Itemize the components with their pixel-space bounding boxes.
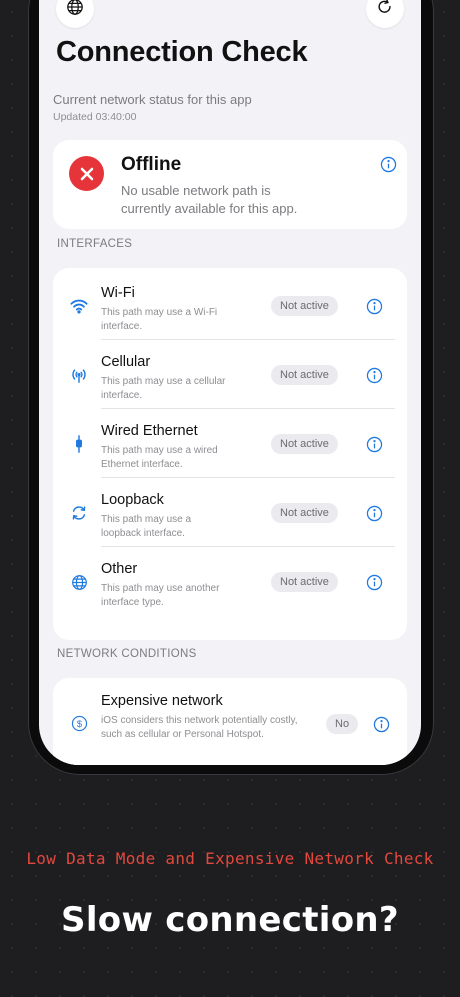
interfaces-card: Wi-Fi This path may use a Wi-Fi interfac…: [53, 268, 407, 640]
status-card: Offline No usable network path is curren…: [53, 140, 407, 229]
interface-row-wifi: Wi-Fi This path may use a Wi-Fi interfac…: [53, 271, 407, 340]
cellular-antenna-icon: [68, 364, 90, 386]
error-x-icon: [69, 156, 104, 191]
svg-text:$: $: [76, 718, 82, 728]
refresh-icon: [376, 0, 394, 21]
status-description: No usable network path is currently avai…: [121, 183, 298, 216]
condition-row-expensive: $ Expensive network iOS considers this n…: [53, 688, 407, 757]
interfaces-section-header: INTERFACES: [57, 238, 133, 250]
wifi-icon: [68, 295, 90, 317]
info-icon: [366, 367, 382, 383]
other-info-button[interactable]: [364, 572, 384, 592]
interface-description: This path may use another interface type…: [101, 583, 220, 608]
conditions-section-header: NETWORK CONDITIONS: [57, 648, 197, 660]
ethernet-cable-icon: [68, 433, 90, 455]
globe-icon: [68, 571, 90, 593]
info-icon: [373, 716, 389, 732]
updated-timestamp: Updated 03:40:00: [53, 111, 137, 123]
promo-headline: Slow connection?: [61, 900, 399, 940]
interface-row-loopback: Loopback This path may use a loopback in…: [53, 478, 407, 547]
info-icon: [366, 574, 382, 590]
interface-name: Wired Ethernet: [101, 423, 198, 439]
info-icon: [366, 298, 382, 314]
dollar-icon: $: [68, 712, 90, 734]
interface-name: Wi-Fi: [101, 285, 135, 301]
condition-description: iOS considers this network potentially c…: [101, 715, 298, 740]
status-title: Offline: [121, 154, 182, 175]
interface-description: This path may use a loopback interface.: [101, 514, 192, 539]
wifi-info-button[interactable]: [364, 296, 384, 316]
status-info-button[interactable]: [378, 154, 398, 174]
status-badge: No: [326, 714, 359, 734]
page-title: Connection Check: [56, 36, 308, 68]
loopback-info-button[interactable]: [364, 503, 384, 523]
interface-description: This path may use a cellular interface.: [101, 376, 226, 401]
language-button[interactable]: [56, 0, 94, 28]
status-badge: Not active: [271, 296, 338, 316]
cellular-info-button[interactable]: [364, 365, 384, 385]
interface-name: Loopback: [101, 492, 164, 508]
info-icon: [366, 436, 382, 452]
expensive-info-button[interactable]: [371, 714, 391, 734]
conditions-card: $ Expensive network iOS considers this n…: [53, 678, 407, 765]
globe-icon: [66, 0, 84, 21]
interface-description: This path may use a wired Ethernet inter…: [101, 445, 218, 470]
status-badge: Not active: [271, 434, 338, 454]
status-badge: Not active: [271, 572, 338, 592]
interface-row-other: Other This path may use another interfac…: [53, 547, 407, 616]
app-screen: Connection Check Current network status …: [39, 0, 421, 765]
status-badge: Not active: [271, 365, 338, 385]
info-icon: [380, 156, 396, 172]
interface-description: This path may use a Wi-Fi interface.: [101, 307, 218, 332]
condition-name: Expensive network: [101, 693, 223, 709]
ethernet-info-button[interactable]: [364, 434, 384, 454]
interface-row-cellular: Cellular This path may use a cellular in…: [53, 340, 407, 409]
loopback-arrows-icon: [68, 502, 90, 524]
promo-caption: Low Data Mode and Expensive Network Chec…: [26, 849, 434, 868]
refresh-button[interactable]: [366, 0, 404, 28]
interface-row-ethernet: Wired Ethernet This path may use a wired…: [53, 409, 407, 478]
interface-name: Cellular: [101, 354, 151, 370]
info-icon: [366, 505, 382, 521]
interface-name: Other: [101, 561, 138, 577]
status-badge: Not active: [271, 503, 338, 523]
page-subtitle: Current network status for this app: [53, 92, 252, 107]
